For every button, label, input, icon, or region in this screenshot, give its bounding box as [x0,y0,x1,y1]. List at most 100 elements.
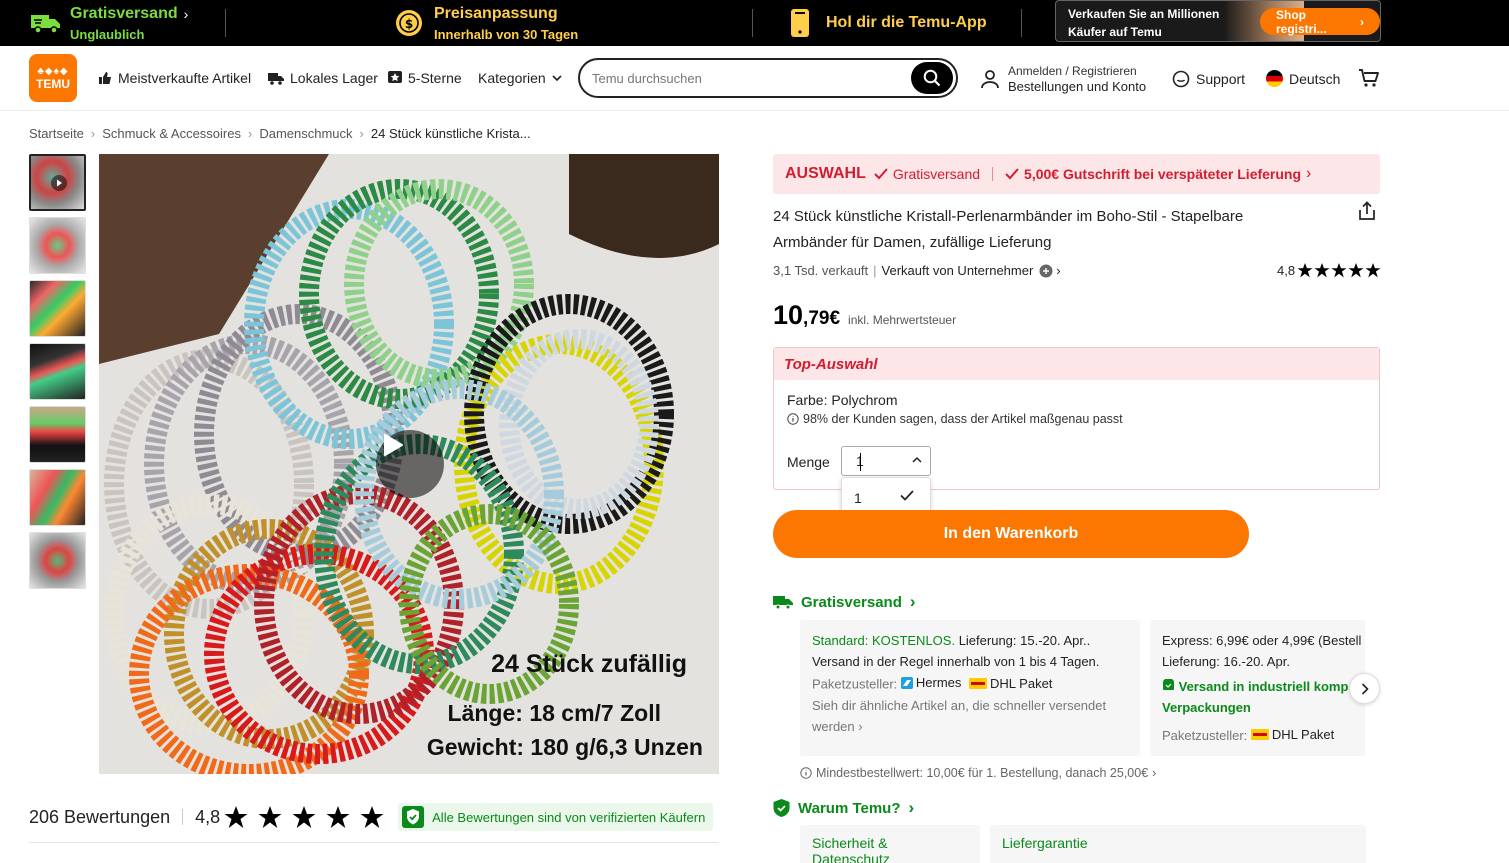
search-button[interactable] [911,62,953,94]
sold-line: 3,1 Tsd. verkauft | Verkauft von Unterne… [773,263,1061,278]
chevron-right-icon: › [359,126,364,141]
shield-check-icon [402,806,425,828]
quantity-label: Menge [787,454,830,470]
auswahl-free-shipping: Gratisversand [892,166,981,182]
shield-check-icon [773,799,790,817]
why-card-security[interactable]: Sicherheit & Datenschutz [800,825,980,863]
reviews-summary: 206 Bewertungen 4,8 Alle Bewertungen sin… [29,803,719,831]
breadcrumb-women-jewelry[interactable]: Damenschmuck [259,126,352,141]
promo-app[interactable]: Hol dir die Temu-App [790,0,987,46]
auswahl-banner[interactable]: AUSWAHL Gratisversand 5,00€ Gutschrift b… [773,154,1380,194]
chevron-right-icon: › [1152,766,1157,780]
search-input[interactable] [592,68,902,88]
promo-free-sub: Unglaublich [70,26,145,42]
review-count[interactable]: 206 Bewertungen [29,807,170,828]
shipping-next-button[interactable] [1349,673,1380,704]
nav-categories[interactable]: Kategorien [478,70,562,86]
promo-price-adjust[interactable]: $ Preisanpassung Innerhalb von 30 Tagen [394,0,578,46]
rating-value: 4,8 [1277,263,1296,278]
play-icon [51,175,67,191]
seller-link[interactable]: Verkauft von Unternehmer [882,263,1034,278]
promo-app-title: Hol dir die Temu-App [826,14,987,31]
min-order-info[interactable]: Mindestbestellwert: 10,00€ für 1. Bestel… [800,766,1156,780]
support-link[interactable]: Support [1172,70,1245,88]
dhl-logo-icon [969,677,988,689]
standard-delivery: Lieferung: 15.-20. Apr.. [955,633,1091,648]
search-icon [923,69,941,87]
verified-badge: Alle Bewertungen sind von verifizierten … [398,803,714,831]
seller-cta-label: Shop registri... [1276,7,1327,36]
overlay-weight: Gewicht: 180 g/6,3 Unzen [426,734,703,760]
language-switch[interactable]: Deutsch [1266,70,1340,87]
express-delivery: Lieferung: 16.-20. Apr. [1162,654,1290,669]
check-icon [1005,168,1019,180]
star-icon [1331,263,1347,278]
info-icon [787,413,799,425]
color-label: Farbe: Polychrom [787,392,898,408]
thumbnail[interactable] [29,532,86,589]
account-orders-label: Bestellungen und Konto [1008,79,1147,94]
nav-label: Meistverkaufte Artikel [118,70,252,86]
coin-icon: $ [396,10,422,36]
svg-text:$: $ [405,17,413,31]
chevron-down-icon [552,74,562,81]
similar-faster-link[interactable]: Sieh dir ähnliche Artikel an, die schnel… [812,695,1128,737]
share-button[interactable] [1357,201,1377,224]
thumbnail-video[interactable] [29,154,86,211]
cart-link[interactable] [1358,68,1380,88]
add-to-cart-button[interactable]: In den Warenkorb [773,510,1249,558]
thumbnail[interactable] [29,406,86,463]
promo-free-shipping[interactable]: Gratisversand › Unglaublich [30,0,188,46]
eco-box-icon [1163,679,1174,690]
account-menu[interactable]: Anmelden / Registrieren Bestellungen und… [980,64,1146,94]
chevron-right-icon: › [183,5,189,22]
standard-label: Standard: KOSTENLOS. [812,633,956,648]
eco-line1: Versand in industriell komp [1178,679,1349,694]
auswahl-credit: 5,00€ Gutschrift bei verspäteter Lieferu… [1024,166,1302,182]
thumbnail[interactable] [29,280,86,337]
chevron-right-icon: › [1056,263,1061,278]
seller-register-button[interactable]: Shop registri... › [1260,7,1380,36]
breadcrumb: Startseite › Schmuck & Accessoires › Damen… [29,126,531,141]
truck-icon [268,72,284,85]
nav-five-stars[interactable]: 5-Sterne [388,70,462,86]
nav-label: Kategorien [478,70,546,86]
fit-info: 98% der Kunden sagen, dass der Artikel m… [787,412,1123,426]
carrier-dhl: DHL Paket [969,673,1052,694]
divider [1021,9,1022,37]
nav-bestsellers[interactable]: Meistverkaufte Artikel [98,70,251,86]
promo-price-title: Preisanpassung [434,4,558,22]
chevron-right-icon: › [1360,14,1364,29]
why-card-delivery[interactable]: Liefergarantie [990,825,1366,863]
eco-packaging: Versand in industriell komp [1162,676,1353,697]
product-rating[interactable]: 4,8 [1277,263,1381,278]
quantity-select[interactable]: 1 [841,446,931,476]
support-label: Support [1196,71,1246,87]
info-icon [800,767,812,779]
divider [182,809,184,825]
shipping-heading[interactable]: Gratisversand › [773,592,916,612]
temu-logo[interactable]: ♣◆♠◆ TEMU [29,54,77,102]
seller-banner[interactable]: Verkaufen Sie an Millionen Käufer auf Tem… [1055,0,1381,42]
express-line: Express: 6,99€ oder 4,99€ (Bestell [1162,633,1362,648]
breadcrumb-home[interactable]: Startseite [29,126,84,141]
hermes-logo-icon [900,676,913,689]
promo-free-title: Gratisversand [70,4,178,22]
product-image[interactable]: 24 Stück zufällig Länge: 18 cm/7 Zoll Ge… [99,154,719,774]
carrier-label: Paketzusteller: [1162,728,1248,743]
thumbnail[interactable] [29,343,86,400]
quantity-option[interactable]: 1 [854,490,862,506]
why-temu-heading[interactable]: Warum Temu? › [773,798,914,818]
price: 10 ,79€ inkl. Mehrwertsteuer [773,300,956,331]
user-icon [981,70,999,89]
review-rating: 4,8 [195,806,221,827]
play-video-button[interactable] [376,430,444,498]
chat-icon [1172,70,1190,88]
shipping-standard-card: Standard: KOSTENLOS. Lieferung: 15.-20. … [800,620,1140,756]
nav-local-warehouse[interactable]: Lokales Lager [268,70,378,86]
thumbnail[interactable] [29,469,86,526]
thumbnail[interactable] [29,217,86,274]
check-icon [900,490,914,501]
chevron-right-icon: › [858,718,863,734]
breadcrumb-jewelry[interactable]: Schmuck & Accessoires [102,126,241,141]
